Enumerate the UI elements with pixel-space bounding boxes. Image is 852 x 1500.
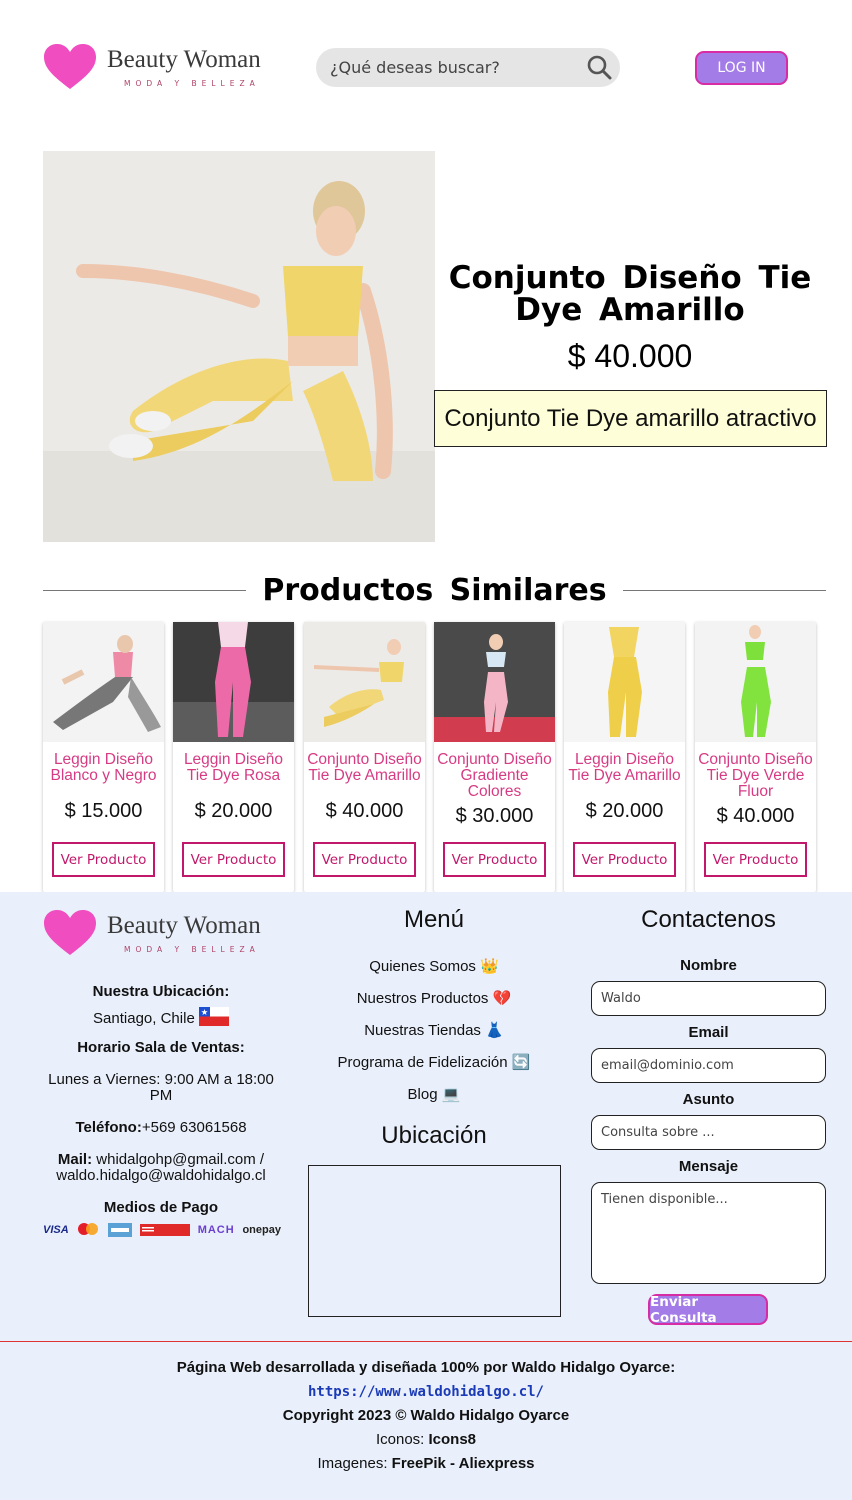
product-card[interactable]: Conjunto Diseño Tie Dye Amarillo $ 40.00…: [304, 622, 425, 892]
login-button[interactable]: LOG IN: [695, 51, 788, 85]
payment-label: Medios de Pago: [103, 1199, 219, 1216]
laptop-icon: 💻: [441, 1086, 461, 1103]
view-product-button[interactable]: Ver Producto: [313, 842, 416, 877]
onepay-icon: onepay: [242, 1224, 281, 1236]
heart-logo-icon: [44, 44, 96, 89]
mach-icon: MACH: [197, 1224, 235, 1236]
credits-line: Página Web desarrollada y diseñada 100% …: [176, 1359, 676, 1376]
view-product-button[interactable]: Ver Producto: [573, 842, 676, 877]
refresh-icon: 🔄: [511, 1054, 531, 1071]
product-card-price: $ 20.000: [194, 800, 273, 822]
product-card[interactable]: Conjunto Diseño Tie Dye Verde Fluor $ 40…: [695, 622, 816, 892]
product-card[interactable]: Leggin Diseño Tie Dye Rosa $ 20.000 Ver …: [173, 622, 294, 892]
message-field[interactable]: [591, 1182, 826, 1284]
hours-label: Horario Sala de Ventas:: [77, 1039, 245, 1056]
dress-icon: 👗: [485, 1022, 504, 1039]
product-thumbnail[interactable]: [173, 622, 294, 742]
visa-icon: VISA: [43, 1224, 69, 1236]
product-card-price: $ 30.000: [455, 805, 534, 827]
email-field[interactable]: [591, 1048, 826, 1083]
brand-tagline: MODA Y BELLEZA: [124, 944, 260, 954]
product-card-name[interactable]: Leggin Diseño Tie Dye Amarillo: [564, 752, 685, 784]
email-label: Email: [688, 1024, 729, 1041]
location-label: Nuestra Ubicación:: [92, 983, 230, 1000]
menu-item-fidelizacion[interactable]: Programa de Fidelización 🔄: [320, 1053, 548, 1071]
product-card[interactable]: Leggin Diseño Tie Dye Amarillo $ 20.000 …: [564, 622, 685, 892]
location-value: Santiago, Chile: [43, 1007, 279, 1027]
product-card-name[interactable]: Conjunto Diseño Tie Dye Amarillo: [304, 752, 425, 784]
message-label: Mensaje: [678, 1158, 739, 1175]
product-card-price: $ 40.000: [325, 800, 404, 822]
product-card-price: $ 20.000: [585, 800, 664, 822]
subject-field[interactable]: [591, 1115, 826, 1150]
footer-logo[interactable]: Beauty Woman MODA Y BELLEZA: [43, 909, 261, 957]
product-card-name[interactable]: Leggin Diseño Blanco y Negro: [43, 752, 164, 784]
product-thumbnail[interactable]: [434, 622, 555, 742]
images-credit: Imagenes: FreePik - Aliexpress: [317, 1455, 535, 1472]
product-description: Conjunto Tie Dye amarillo atractivo: [434, 390, 827, 447]
menu-item-blog[interactable]: Blog 💻: [320, 1085, 548, 1103]
product-card-name[interactable]: Conjunto Diseño Tie Dye Verde Fluor: [695, 752, 816, 800]
heart-logo-icon: [44, 910, 96, 955]
mail-info: Mail: whidalgohp@gmail.com / waldo.hidal…: [56, 1151, 266, 1184]
product-title: Conjunto Diseño Tie Dye Amarillo: [448, 260, 812, 328]
mastercard-icon: [78, 1223, 99, 1235]
product-thumbnail[interactable]: [564, 622, 685, 742]
view-product-button[interactable]: Ver Producto: [52, 842, 155, 877]
similar-products-heading: Productos Similares: [43, 570, 826, 610]
search-bar: [316, 48, 620, 87]
brand-name: Beauty Woman: [107, 911, 261, 939]
copyright-text: Copyright 2023 © Waldo Hidalgo Oyarce: [282, 1407, 570, 1424]
site-header: Beauty Woman MODA Y BELLEZA LOG IN: [0, 0, 852, 130]
chile-flag-icon: [198, 1007, 229, 1026]
credits-link-row: https://www.waldohidalgo.cl/: [0, 1383, 852, 1400]
bancoestado-icon: [108, 1223, 133, 1237]
product-card-price: $ 40.000: [716, 805, 795, 827]
product-card[interactable]: Conjunto Diseño Gradiente Colores $ 30.0…: [434, 622, 555, 892]
redcompra-icon: [139, 1224, 190, 1236]
icons-credit: Iconos: Icons8: [375, 1431, 477, 1448]
name-label: Nombre: [680, 957, 737, 974]
divider: [622, 589, 826, 591]
location-title: Ubicación: [381, 1122, 487, 1149]
product-card-name[interactable]: Leggin Diseño Tie Dye Rosa: [173, 752, 294, 784]
product-price: $ 40.000: [567, 338, 693, 374]
author-website-link[interactable]: https://www.waldohidalgo.cl/: [308, 1384, 544, 1400]
product-image: [43, 151, 435, 542]
menu-item-tiendas[interactable]: Nuestras Tiendas 👗: [320, 1021, 548, 1039]
brand-name: Beauty Woman: [107, 45, 261, 73]
site-logo[interactable]: Beauty Woman MODA Y BELLEZA: [43, 43, 261, 91]
subject-label: Asunto: [682, 1091, 735, 1108]
similar-products-title: Productos Similares: [262, 572, 607, 608]
menu-title: Menú: [403, 906, 465, 933]
view-product-button[interactable]: Ver Producto: [443, 842, 546, 877]
menu-item-productos[interactable]: Nuestros Productos 💔: [320, 989, 548, 1007]
similar-products-list: Leggin Diseño Blanco y Negro $ 15.000 Ve…: [43, 622, 817, 892]
product-thumbnail[interactable]: [695, 622, 816, 742]
brand-tagline: MODA Y BELLEZA: [124, 78, 260, 88]
payment-methods: VISA MACH onepay: [43, 1221, 281, 1239]
hours-value: Lunes a Viernes: 9:00 AM a 18:00 PM: [48, 1071, 274, 1104]
crown-icon: 👑: [480, 958, 499, 975]
send-inquiry-button[interactable]: Enviar Consulta: [648, 1294, 768, 1326]
phone-info: Teléfono:+569 63061568: [75, 1119, 247, 1136]
product-card-name[interactable]: Conjunto Diseño Gradiente Colores: [434, 752, 555, 800]
product-thumbnail[interactable]: [304, 622, 425, 742]
contact-title: Contactenos: [641, 906, 776, 933]
view-product-button[interactable]: Ver Producto: [182, 842, 285, 877]
broken-heart-icon: 💔: [492, 990, 512, 1007]
product-thumbnail[interactable]: [43, 622, 164, 742]
search-icon[interactable]: [586, 54, 612, 80]
product-card-price: $ 15.000: [64, 800, 143, 822]
divider: [43, 589, 247, 591]
name-field[interactable]: [591, 981, 826, 1016]
product-card[interactable]: Leggin Diseño Blanco y Negro $ 15.000 Ve…: [43, 622, 164, 892]
view-product-button[interactable]: Ver Producto: [704, 842, 807, 877]
location-map[interactable]: [308, 1165, 561, 1317]
menu-item-quienes-somos[interactable]: Quienes Somos 👑: [320, 957, 548, 975]
search-input[interactable]: [330, 58, 570, 77]
